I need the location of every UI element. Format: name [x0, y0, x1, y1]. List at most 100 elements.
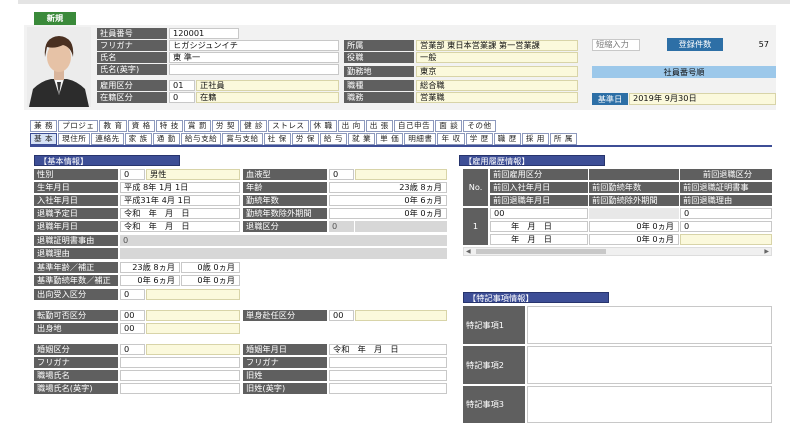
emp-type-label: 雇用区分 [97, 80, 167, 91]
base-years-adjust[interactable]: 0年 0ヵ月 [181, 275, 240, 286]
special-2-field[interactable] [527, 346, 772, 384]
married-code[interactable]: 0 [120, 344, 145, 355]
tab-tabs2-1[interactable]: 現住所 [58, 133, 91, 145]
furi3-field[interactable] [329, 357, 447, 368]
furi2-field[interactable] [120, 357, 240, 368]
tab-tabs2-6[interactable]: 賞与支給 [222, 133, 263, 145]
count-label: 登録件数 [667, 38, 723, 51]
tab-underline [30, 145, 772, 147]
tab-tabs1-8[interactable]: ストレス [268, 120, 309, 132]
tab-tabs1-10[interactable]: 出 向 [337, 120, 365, 132]
mdate-label: 婚姻年月日 [243, 344, 327, 355]
tab-tabs2-0[interactable]: 基 本 [30, 133, 58, 145]
history-r5[interactable]: 0 [680, 221, 772, 232]
history-r6[interactable]: 年 月 日 [490, 234, 588, 245]
tab-tabs1-0[interactable]: 兼 務 [30, 120, 58, 132]
history-r4[interactable]: 0年 0ヵ月 [589, 221, 679, 232]
retire-plan-field[interactable]: 令和 年 月 日 [120, 208, 240, 219]
old-name-en-label: 旧姓(英字) [243, 383, 327, 394]
emp-no-field[interactable]: 120001 [169, 28, 239, 39]
tab-tabs1-14[interactable]: その他 [463, 120, 496, 132]
history-r3[interactable]: 年 月 日 [490, 221, 588, 232]
blood-code[interactable]: 0 [329, 169, 354, 180]
tab-tabs1-13[interactable]: 面 談 [435, 120, 463, 132]
job-value: 総合職 [416, 80, 578, 91]
short-input-field[interactable]: 短縮入力 [592, 39, 640, 51]
base-date-field[interactable]: 2019年 9月30日 [629, 93, 776, 105]
work-name-en-field[interactable] [120, 383, 240, 394]
scroll-thumb[interactable] [476, 249, 606, 254]
sort-order-button[interactable]: 社員番号順 [592, 66, 776, 78]
tab-tabs1-12[interactable]: 自己申告 [393, 120, 435, 132]
loc-label: 勤務地 [344, 66, 414, 77]
emp-no-label: 社員番号 [97, 28, 167, 39]
tab-tabs2-5[interactable]: 給与支給 [180, 133, 222, 145]
tab-tabs1-4[interactable]: 特 技 [155, 120, 183, 132]
history-header: 【雇用履歴情報】 [459, 155, 605, 166]
tab-tabs2-16[interactable]: 採 用 [521, 133, 549, 145]
history-h3: 前回入社年月日 [490, 182, 588, 193]
tab-tabs2-3[interactable]: 家 族 [124, 133, 152, 145]
tab-tabs2-9[interactable]: 給 与 [319, 133, 347, 145]
status-code[interactable]: 0 [169, 92, 195, 103]
scroll-left-icon[interactable]: ◀ [466, 248, 471, 255]
history-h1: 前回雇用区分 [490, 169, 588, 180]
tab-tabs2-4[interactable]: 通 勤 [152, 133, 180, 145]
tab-tabs2-2[interactable]: 連絡先 [91, 133, 124, 145]
work-name-field[interactable] [120, 370, 240, 381]
history-r1[interactable]: 00 [490, 208, 588, 219]
tab-tabs2-14[interactable]: 学 歴 [465, 133, 493, 145]
special-2-label: 特記事項2 [463, 346, 525, 384]
name-en-field[interactable] [169, 64, 339, 75]
relocate-code[interactable]: 00 [120, 310, 145, 321]
special-1-field[interactable] [527, 306, 772, 344]
join-field[interactable]: 平成31年 4月 1日 [120, 195, 240, 206]
count-value: 57 [723, 38, 773, 51]
origin-label: 出身地 [34, 323, 118, 334]
history-r8[interactable] [680, 234, 772, 245]
transfer-code[interactable]: 0 [120, 289, 145, 300]
single-code[interactable]: 00 [329, 310, 354, 321]
tab-tabs2-11[interactable]: 単 価 [376, 133, 404, 145]
emp-type-code[interactable]: 01 [169, 80, 195, 91]
furigana-field[interactable]: ヒガシジュンイチ [169, 40, 339, 51]
dept-label: 所属 [344, 40, 414, 51]
tab-tabs1-2[interactable]: 教 育 [99, 120, 127, 132]
name-field[interactable]: 東 準一 [169, 52, 339, 63]
tab-tabs1-5[interactable]: 賞 罰 [183, 120, 211, 132]
retire-field[interactable]: 令和 年 月 日 [120, 221, 240, 232]
age-value: 23歳 8ヵ月 [329, 182, 447, 193]
tab-tabs2-8[interactable]: 労 保 [291, 133, 319, 145]
mdate-field[interactable]: 令和 年 月 日 [329, 344, 447, 355]
sex-code[interactable]: 0 [120, 169, 145, 180]
history-r2[interactable]: 0 [680, 208, 772, 219]
history-h1-span [589, 169, 679, 180]
tab-tabs2-7[interactable]: 社 保 [263, 133, 291, 145]
tab-tabs1-9[interactable]: 休 職 [309, 120, 337, 132]
history-scrollbar[interactable]: ◀ ▶ [463, 247, 772, 256]
tab-tabs1-6[interactable]: 労 契 [211, 120, 240, 132]
tab-tabs1-1[interactable]: プロジェ [58, 120, 99, 132]
tab-tabs2-12[interactable]: 明細書 [404, 133, 437, 145]
tab-tabs1-3[interactable]: 資 格 [127, 120, 155, 132]
origin-code[interactable]: 00 [120, 323, 145, 334]
tab-tabs2-17[interactable]: 所 属 [549, 133, 578, 145]
old-name-en-field[interactable] [329, 383, 447, 394]
special-3-label: 特記事項3 [463, 386, 525, 423]
tab-tabs2-10[interactable]: 就 業 [347, 133, 376, 145]
tab-tabs2-15[interactable]: 職 歴 [493, 133, 521, 145]
history-r7[interactable]: 0年 0ヵ月 [589, 234, 679, 245]
base-age-adjust[interactable]: 0歳 0ヵ月 [181, 262, 240, 273]
scroll-right-icon[interactable]: ▶ [764, 248, 769, 255]
base-age-value: 23歳 8ヵ月 [120, 262, 180, 273]
special-3-field[interactable] [527, 386, 772, 423]
tab-row-2: 基 本現住所 連絡先家 族通 勤給与支給 賞与支給社 保労 保給 与就 業単 価明細… [30, 133, 578, 145]
tab-tabs1-7[interactable]: 健 診 [240, 120, 268, 132]
old-name-field[interactable] [329, 370, 447, 381]
old-name-label: 旧姓 [243, 370, 327, 381]
name-en-label: 氏名(英字) [97, 64, 167, 75]
tab-tabs2-13[interactable]: 年 収 [437, 133, 465, 145]
birth-field[interactable]: 平成 8年 1月 1日 [120, 182, 240, 193]
excl-value[interactable]: 0年 0ヵ月 [329, 208, 447, 219]
tab-tabs1-11[interactable]: 出 張 [365, 120, 393, 132]
